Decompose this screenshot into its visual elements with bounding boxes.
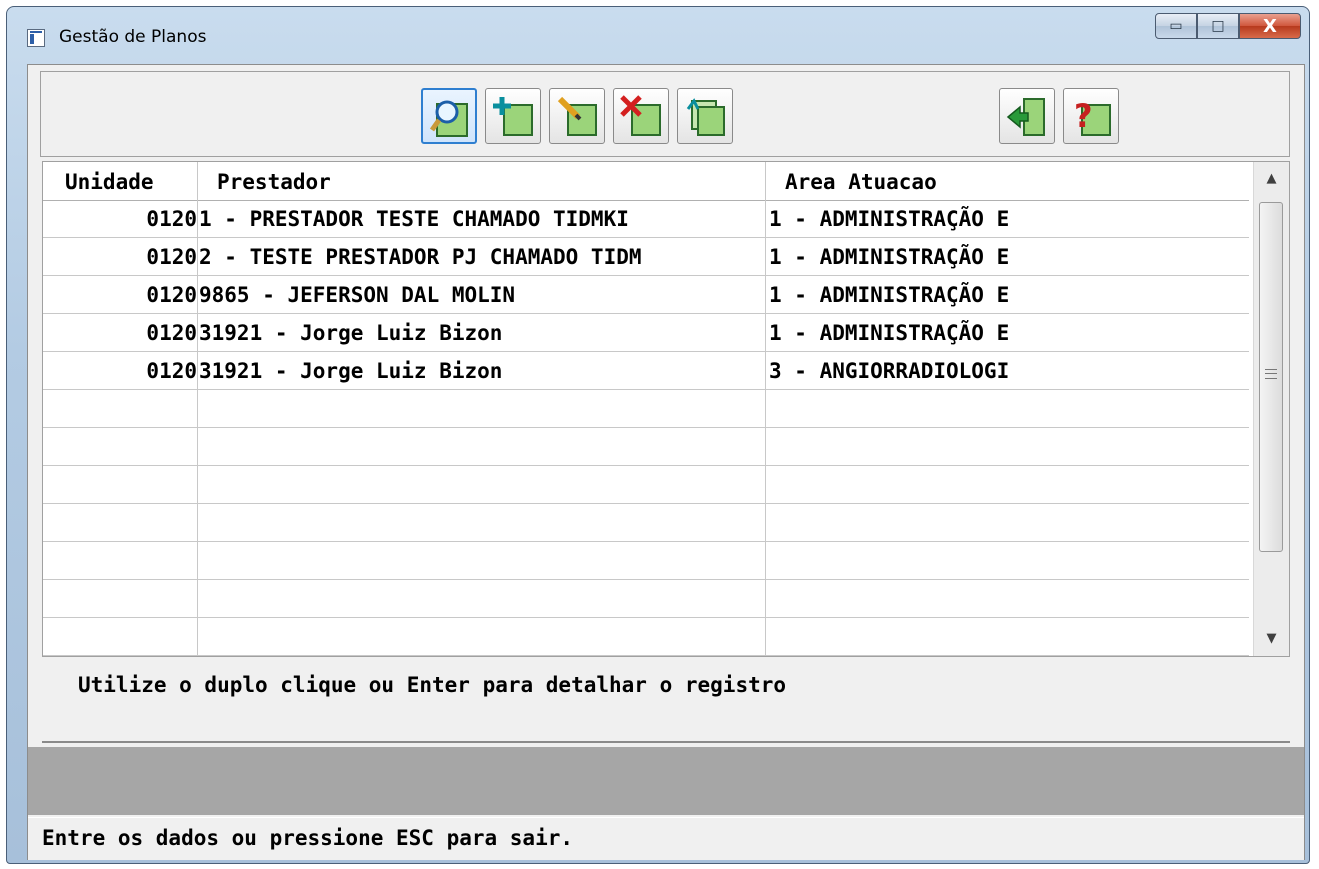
cell-unidade — [43, 390, 197, 427]
app-icon[interactable] — [27, 29, 45, 47]
close-button[interactable]: X — [1239, 13, 1301, 39]
close-icon: X — [1263, 15, 1277, 37]
table-row[interactable]: 0120 9865 - JEFERSON DAL MOLIN 1 - ADMINIS… — [43, 276, 1249, 314]
table-row[interactable]: 0120 31921 - Jorge Luiz Bizon 1 - ADMINIST… — [43, 314, 1249, 352]
question-icon: ? — [1074, 97, 1111, 136]
table-row[interactable] — [43, 390, 1249, 428]
column-divider — [765, 162, 766, 656]
cell-prestador: 31921 - Jorge Luiz Bizon — [199, 321, 503, 345]
maximize-button[interactable]: □ — [1197, 13, 1239, 39]
data-grid[interactable]: Unidade Prestador Area Atuacao 0120 1 - P… — [42, 161, 1290, 657]
table-row[interactable] — [43, 542, 1249, 580]
table-row[interactable]: 0120 31921 - Jorge Luiz Bizon 3 - ANGIORRA… — [43, 352, 1249, 390]
scroll-thumb[interactable] — [1259, 202, 1283, 552]
grip-icon — [1265, 369, 1277, 379]
cell-area — [769, 580, 1247, 617]
column-header-prestador[interactable]: Prestador — [217, 162, 331, 200]
cell-area: 1 - ADMINISTRAÇÃO E — [769, 245, 1010, 269]
cell-prestador: 1 - PRESTADOR TESTE CHAMADO TIDMKI — [199, 207, 629, 231]
x-icon — [620, 95, 661, 136]
cell-prestador — [199, 466, 765, 503]
cell-unidade — [43, 542, 197, 579]
cell-area: 3 - ANGIORRADIOLOGI — [769, 359, 1010, 383]
cell-area — [769, 542, 1247, 579]
exit-button[interactable] — [999, 88, 1055, 144]
plus-icon — [493, 97, 533, 136]
copy-icon — [686, 98, 725, 136]
cell-unidade — [43, 428, 197, 465]
search-button[interactable] — [421, 88, 477, 144]
column-header-unidade[interactable]: Unidade — [65, 162, 154, 200]
window-title: Gestão de Planos — [59, 27, 207, 47]
grid-header: Unidade Prestador Area Atuacao — [43, 162, 1249, 201]
cell-prestador: 31921 - Jorge Luiz Bizon — [199, 359, 503, 383]
status-bar: Entre os dados ou pressione ESC para sai… — [28, 817, 1304, 860]
scroll-up-icon[interactable]: ▲ — [1254, 162, 1289, 196]
cell-unidade — [43, 504, 197, 541]
cell-area: 1 - ADMINISTRAÇÃO E — [769, 321, 1010, 345]
cell-unidade — [43, 618, 197, 655]
delete-button[interactable] — [613, 88, 669, 144]
hint-text: Utilize o duplo clique ou Enter para det… — [78, 673, 787, 697]
cell-prestador — [199, 504, 765, 541]
help-button[interactable]: ? — [1063, 88, 1119, 144]
table-row[interactable] — [43, 580, 1249, 618]
cell-prestador — [199, 618, 765, 655]
column-header-area[interactable]: Area Atuacao — [785, 162, 937, 200]
copy-button[interactable] — [677, 88, 733, 144]
divider — [42, 741, 1290, 743]
vertical-scrollbar[interactable]: ▲ ▼ — [1253, 162, 1289, 656]
magnifier-icon — [429, 100, 468, 137]
minimize-button[interactable]: ▭ — [1155, 13, 1197, 39]
add-button[interactable] — [485, 88, 541, 144]
cell-prestador: 9865 - JEFERSON DAL MOLIN — [199, 283, 516, 307]
cell-unidade: 0120 — [146, 359, 197, 383]
svg-text:?: ? — [1074, 97, 1093, 135]
cell-prestador: 2 - TESTE PRESTADOR PJ CHAMADO TIDM — [199, 245, 642, 269]
title-bar[interactable]: Gestão de Planos ▭ □ X — [7, 7, 1309, 63]
cell-area — [769, 466, 1247, 503]
cell-area: 1 - ADMINISTRAÇÃO E — [769, 207, 1010, 231]
cell-area: 1 - ADMINISTRAÇÃO E — [769, 283, 1010, 307]
cell-prestador — [199, 428, 765, 465]
window-controls: ▭ □ X — [1155, 13, 1301, 39]
cell-prestador — [199, 390, 765, 427]
toolbar: ? — [40, 71, 1290, 157]
gray-panel — [28, 747, 1304, 815]
column-divider — [197, 162, 198, 656]
cell-unidade: 0120 — [146, 321, 197, 345]
cell-area — [769, 504, 1247, 541]
cell-area — [769, 618, 1247, 655]
status-text: Entre os dados ou pressione ESC para sai… — [42, 826, 574, 850]
pencil-icon — [557, 96, 597, 136]
cell-unidade: 0120 — [146, 207, 197, 231]
cell-unidade: 0120 — [146, 245, 197, 269]
table-row[interactable] — [43, 466, 1249, 504]
table-row[interactable] — [43, 618, 1249, 656]
table-row[interactable]: 0120 1 - PRESTADOR TESTE CHAMADO TIDMKI 1 … — [43, 200, 1249, 238]
cell-unidade: 0120 — [146, 283, 197, 307]
maximize-icon: □ — [1211, 18, 1225, 34]
cell-prestador — [199, 542, 765, 579]
cell-area — [769, 428, 1247, 465]
table-row[interactable] — [43, 504, 1249, 542]
cell-prestador — [199, 580, 765, 617]
exit-door-icon — [1006, 98, 1045, 136]
scroll-down-icon[interactable]: ▼ — [1254, 622, 1289, 656]
table-row[interactable] — [43, 428, 1249, 466]
cell-unidade — [43, 466, 197, 503]
minimize-icon: ▭ — [1169, 18, 1183, 34]
edit-button[interactable] — [549, 88, 605, 144]
client-area: ? Unidade Prestador Area Atuacao 0120 1 -… — [27, 64, 1305, 860]
table-row[interactable]: 0120 2 - TESTE PRESTADOR PJ CHAMADO TIDM 1… — [43, 238, 1249, 276]
cell-unidade — [43, 580, 197, 617]
app-window: Gestão de Planos ▭ □ X ? Unidade Prestad… — [6, 6, 1310, 864]
cell-area — [769, 390, 1247, 427]
